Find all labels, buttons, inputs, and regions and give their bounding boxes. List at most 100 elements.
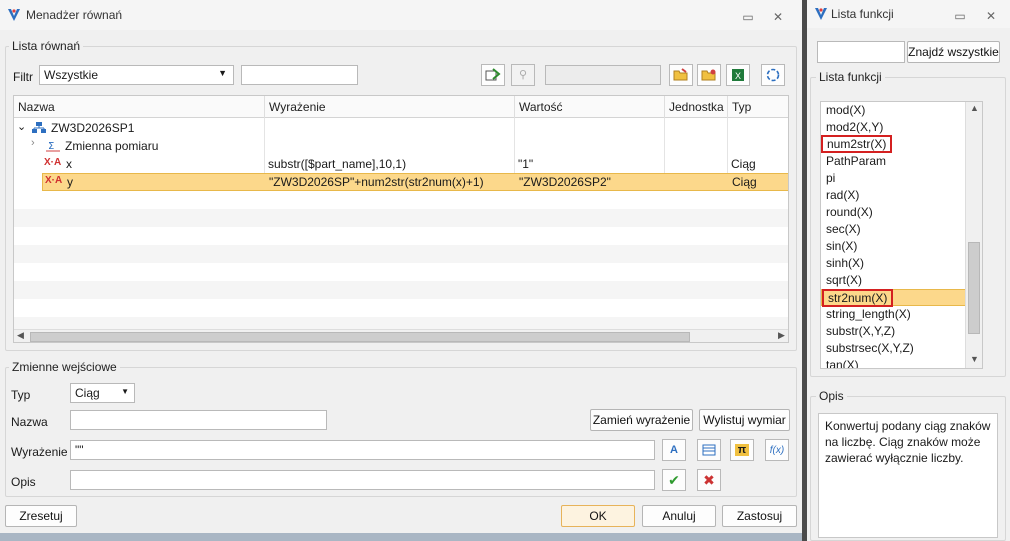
list-item[interactable]: rad(X) <box>821 187 982 204</box>
list-item[interactable]: tan(X) <box>821 357 982 368</box>
chevron-right-icon[interactable]: › <box>31 137 35 149</box>
chevron-down-icon[interactable]: ⌄ <box>17 120 26 133</box>
list-item[interactable]: string_length(X) <box>821 306 982 323</box>
refresh-icon <box>766 68 780 82</box>
filter-text-input[interactable] <box>241 65 358 85</box>
filter-select[interactable]: Wszystkie ▼ <box>39 65 234 85</box>
restore-icon[interactable]: ▭ <box>740 9 756 25</box>
excel-icon: X <box>732 69 744 81</box>
text-format-button[interactable]: A <box>662 439 686 461</box>
empty-row <box>14 299 788 317</box>
list-item[interactable]: num2str(X) <box>821 135 982 153</box>
list-item[interactable]: sin(X) <box>821 238 982 255</box>
input-variables-group-label: Zmienne wejściowe <box>9 360 120 374</box>
list-dimension-button[interactable]: Wylistuj wymiar <box>699 409 790 431</box>
side-window-title: Lista funkcji <box>831 7 894 21</box>
replace-expression-button[interactable]: Zamień wyrażenie <box>590 409 693 431</box>
list-item-selected[interactable]: str2num(X) <box>821 289 971 307</box>
close-icon[interactable]: ✕ <box>983 8 999 24</box>
list-item[interactable]: PathParam <box>821 153 982 170</box>
open-folder-button[interactable] <box>669 64 693 86</box>
window-title: Menadżer równań <box>26 8 123 22</box>
refresh-button[interactable] <box>761 64 785 86</box>
column-header-type[interactable]: Typ <box>727 96 788 118</box>
expression-input[interactable]: "" <box>70 440 655 460</box>
list-item[interactable]: substrsec(X,Y,Z) <box>821 340 982 357</box>
scroll-left-icon[interactable]: ◀ <box>17 330 24 341</box>
accept-button[interactable]: ✔ <box>662 469 686 491</box>
list-item[interactable]: pi <box>821 170 982 187</box>
empty-row <box>14 263 788 281</box>
close-icon[interactable]: ✕ <box>770 9 786 25</box>
equations-group-label: Lista równań <box>9 39 84 53</box>
tree-root-label: ZW3D2026SP1 <box>51 121 135 135</box>
list-item[interactable]: substr(X,Y,Z) <box>821 323 982 340</box>
sigma-icon: Σ <box>46 141 60 152</box>
row-name: y <box>67 175 73 189</box>
row-value: "ZW3D2026SP2" <box>519 175 611 189</box>
scroll-down-icon[interactable]: ▼ <box>970 354 979 364</box>
restore-icon[interactable]: ▭ <box>952 8 968 24</box>
list-item[interactable]: round(X) <box>821 204 982 221</box>
table-insert-button[interactable] <box>697 439 721 461</box>
delete-x-icon: ✖ <box>703 472 715 488</box>
scrollbar-thumb[interactable] <box>30 332 690 342</box>
function-button[interactable]: f(x) <box>765 439 789 461</box>
row-value: "1" <box>518 157 534 171</box>
table-icon <box>702 444 716 456</box>
svg-text:Σ: Σ <box>48 141 54 152</box>
delete-button[interactable]: ✖ <box>697 469 721 491</box>
link-button[interactable]: ⚲ <box>511 64 535 86</box>
variable-icon: X·A <box>44 157 62 168</box>
type-label: Typ <box>11 388 31 402</box>
name-label: Nazwa <box>11 415 48 429</box>
row-expression: "ZW3D2026SP"+num2str(str2num(x)+1) <box>269 175 484 189</box>
tree-root-row[interactable]: ⌄ ZW3D2026SP1 <box>14 119 788 137</box>
scroll-right-icon[interactable]: ▶ <box>778 330 785 341</box>
equations-table: Nazwa Wyrażenie Wartość Jednostka Typ ⌄ … <box>13 95 789 343</box>
vertical-scrollbar[interactable]: ▲ ▼ <box>965 102 982 368</box>
empty-row <box>14 317 788 329</box>
highlighted-function: num2str(X) <box>821 135 893 153</box>
row-unit <box>664 155 727 173</box>
table-row-selected[interactable]: X·A y "ZW3D2026SP"+num2str(str2num(x)+1)… <box>42 173 788 191</box>
equation-manager-window: Menadżer równań ▭ ✕ Lista równań Filtr W… <box>0 0 802 541</box>
link-icon: ⚲ <box>518 69 528 81</box>
reset-button[interactable]: Zresetuj <box>5 505 77 527</box>
horizontal-scrollbar[interactable]: ◀ ▶ <box>14 329 788 342</box>
function-search-input[interactable] <box>817 41 905 63</box>
pi-button[interactable]: π <box>730 439 754 461</box>
chevron-down-icon: ▼ <box>121 387 129 396</box>
description-input[interactable] <box>70 470 655 490</box>
ok-button[interactable]: OK <box>561 505 635 527</box>
list-item[interactable]: mod2(X,Y) <box>821 119 982 136</box>
name-input[interactable] <box>70 410 327 430</box>
column-header-name[interactable]: Nazwa <box>14 96 264 118</box>
excel-button[interactable]: X <box>726 64 750 86</box>
scrollbar-thumb[interactable] <box>968 242 980 334</box>
cancel-button[interactable]: Anuluj <box>642 505 716 527</box>
column-header-unit[interactable]: Jednostka <box>664 96 727 118</box>
list-item[interactable]: sinh(X) <box>821 255 982 272</box>
table-row[interactable]: X·A x substr([$part_name],10,1) "1" Ciąg <box>14 155 788 173</box>
scroll-up-icon[interactable]: ▲ <box>970 103 979 113</box>
folder-save-icon <box>701 69 716 81</box>
type-select[interactable]: Ciąg ▼ <box>70 383 135 403</box>
checkmark-icon: ✔ <box>668 472 680 488</box>
list-item[interactable]: sec(X) <box>821 221 982 238</box>
save-folder-button[interactable] <box>697 64 721 86</box>
empty-row <box>14 191 788 209</box>
list-item[interactable]: mod(X) <box>821 102 982 119</box>
tree-child-row[interactable]: › Σ Zmienna pomiaru <box>14 137 788 155</box>
variable-icon: X·A <box>45 175 63 186</box>
empty-row <box>14 245 788 263</box>
apply-button[interactable]: Zastosuj <box>722 505 797 527</box>
function-list-group-label: Lista funkcji <box>816 70 885 84</box>
function-list: mod(X) mod2(X,Y) num2str(X) PathParam pi… <box>820 101 983 369</box>
import-equation-button[interactable] <box>481 64 505 86</box>
column-header-expression[interactable]: Wyrażenie <box>264 96 514 118</box>
find-all-button[interactable]: Znajdź wszystkie <box>907 41 1000 63</box>
empty-row <box>14 281 788 299</box>
list-item[interactable]: sqrt(X) <box>821 272 982 289</box>
column-header-value[interactable]: Wartość <box>514 96 664 118</box>
